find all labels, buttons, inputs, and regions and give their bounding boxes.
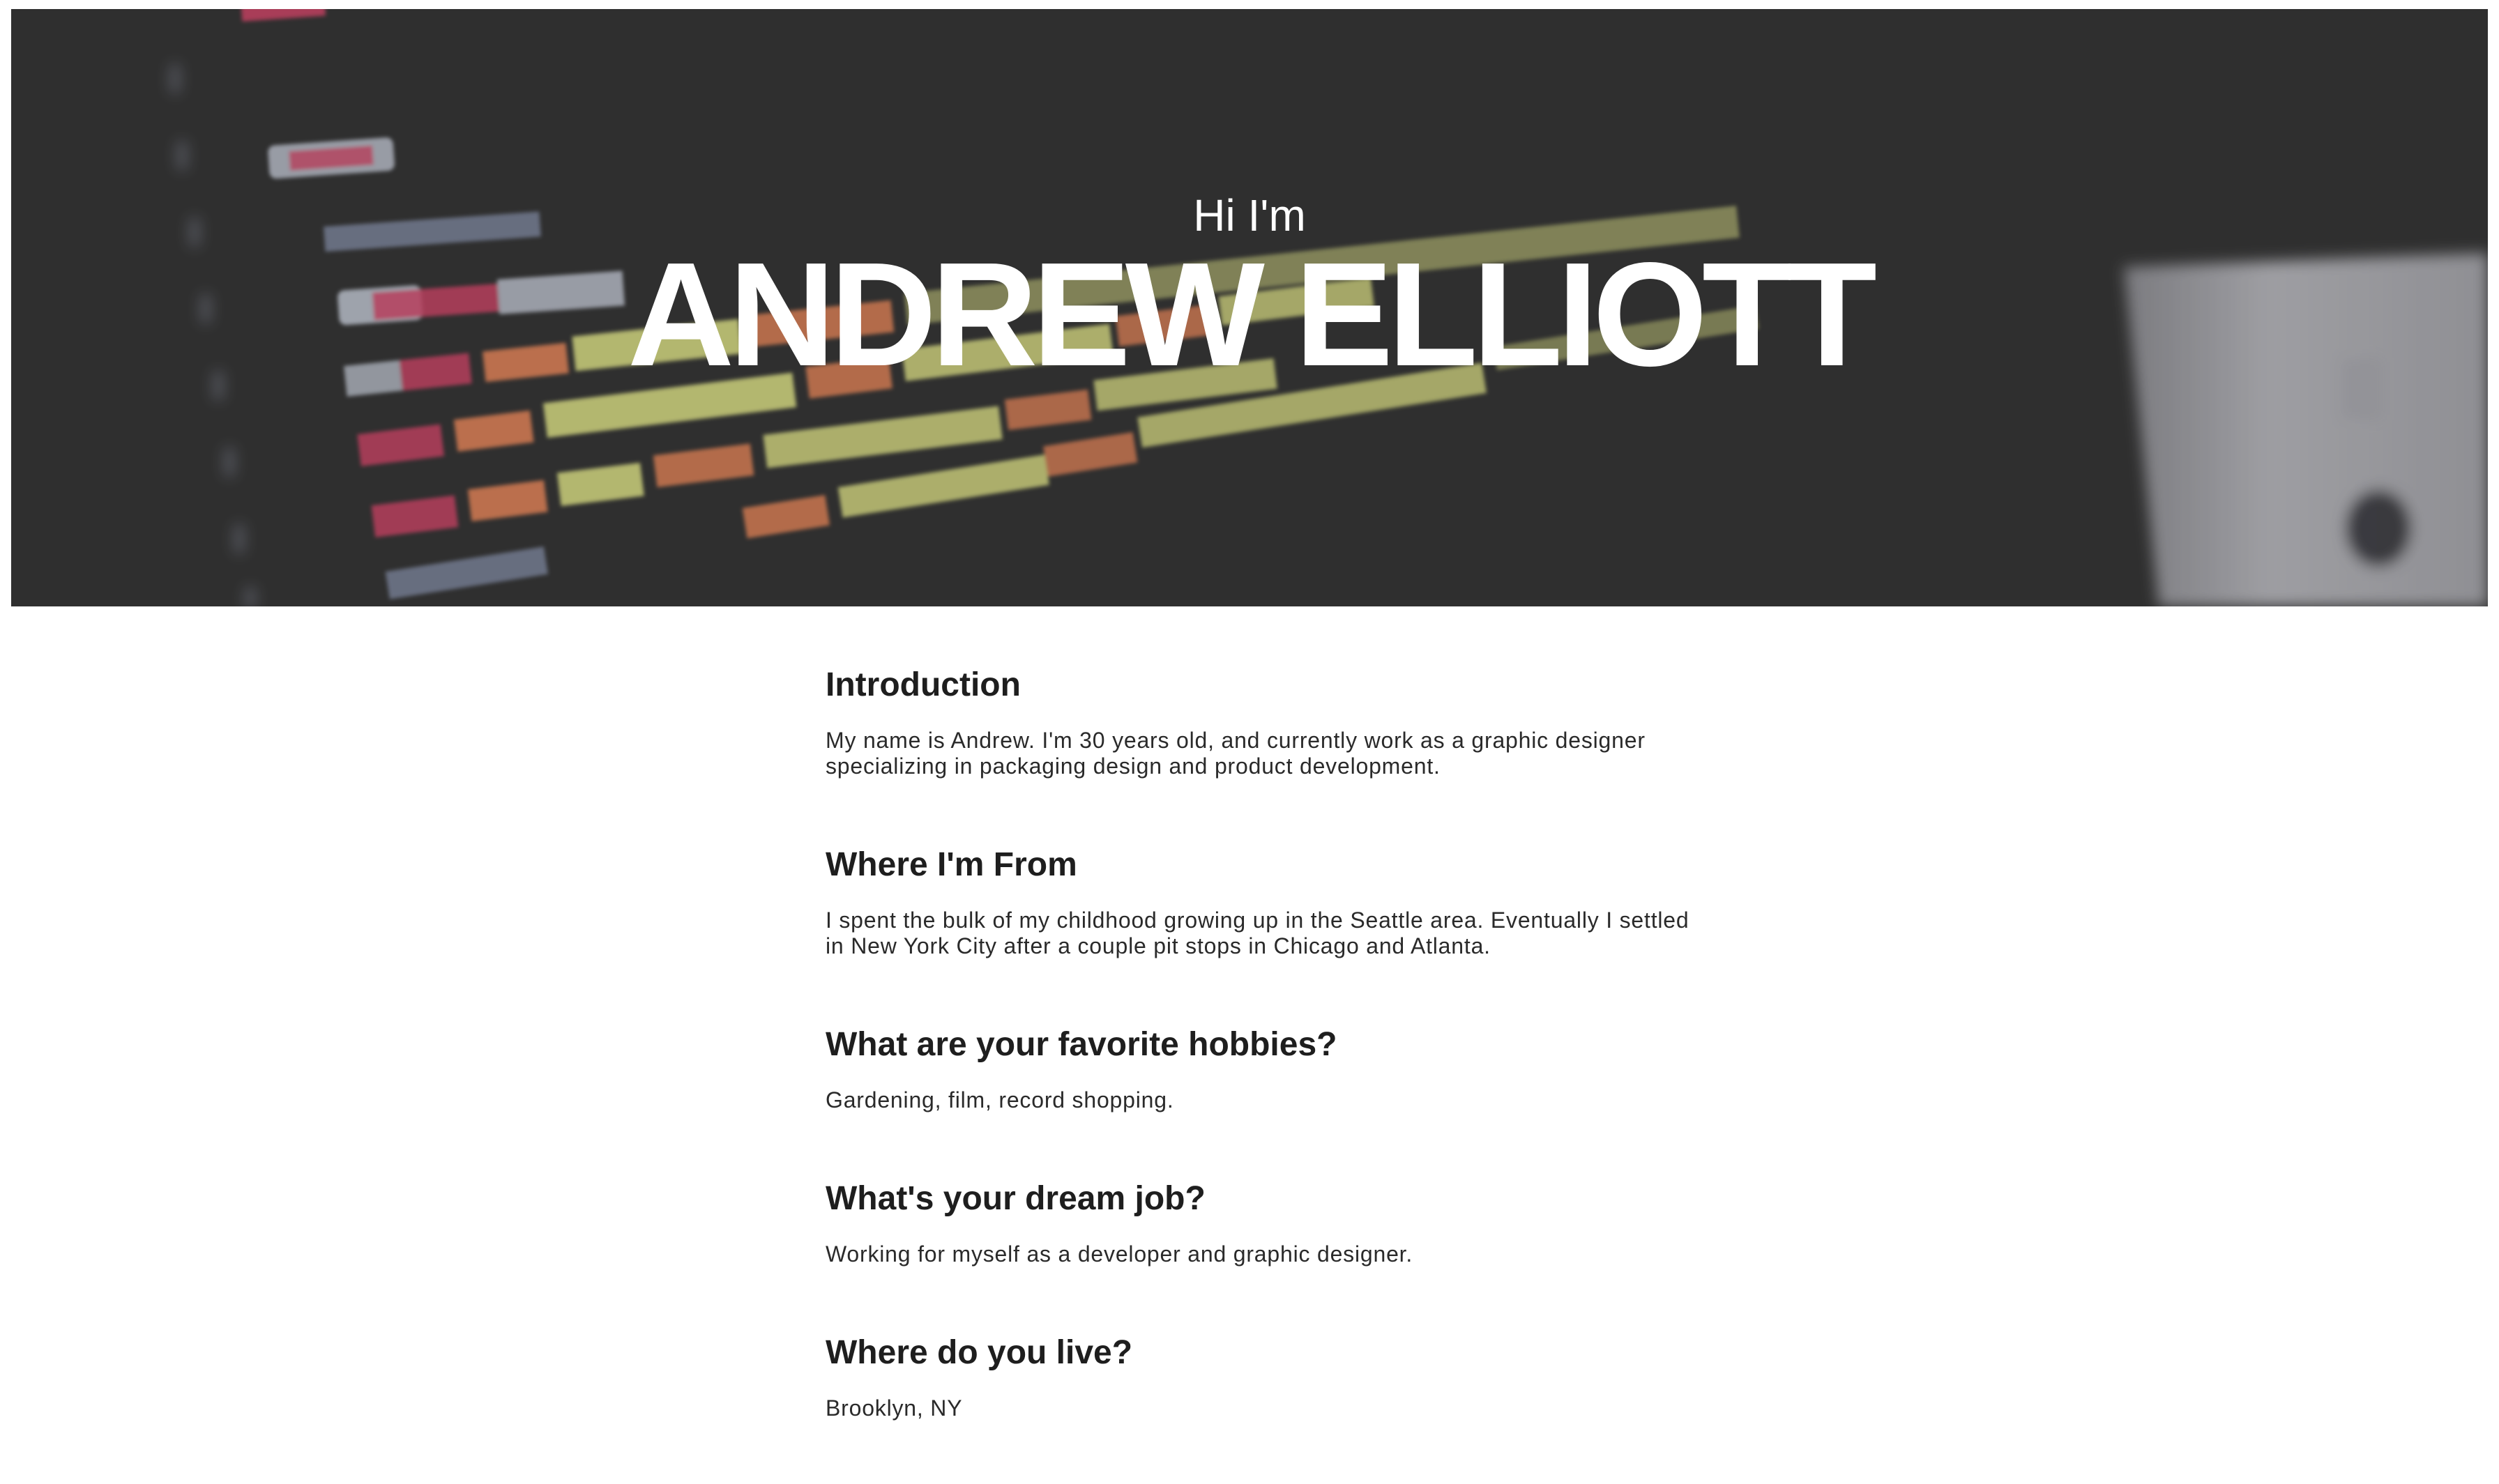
- section-heading: What are your favorite hobbies?: [826, 1026, 1337, 1063]
- section-body: Brooklyn, NY: [826, 1395, 963, 1421]
- section-heading: Introduction: [826, 666, 1021, 703]
- section-where-from: Where I'm From I spent the bulk of my ch…: [826, 842, 1690, 959]
- hero-name: ANDREW ELLIOTT: [628, 231, 1877, 397]
- section-body: My name is Andrew. I'm 30 years old, and…: [826, 728, 1646, 779]
- main-content: Introduction My name is Andrew. I'm 30 y…: [826, 662, 1690, 1484]
- section-hobbies: What are your favorite hobbies? Gardenin…: [826, 1022, 1690, 1113]
- section-heading: Where do you live?: [826, 1334, 1133, 1371]
- section-where-live: Where do you live? Brooklyn, NY: [826, 1330, 1690, 1421]
- section-body: Gardening, film, record shopping.: [826, 1087, 1174, 1112]
- section-heading: What's your dream job?: [826, 1180, 1206, 1217]
- hero-banner: Hi I'm ANDREW ELLIOTT: [11, 9, 2488, 606]
- section-introduction: Introduction My name is Andrew. I'm 30 y…: [826, 662, 1690, 779]
- hero-text-block: Hi I'm ANDREW ELLIOTT: [11, 9, 2488, 606]
- section-body: I spent the bulk of my childhood growing…: [826, 908, 1689, 958]
- section-heading: Where I'm From: [826, 846, 1077, 883]
- section-body: Working for myself as a developer and gr…: [826, 1241, 1413, 1267]
- section-dream-job: What's your dream job? Working for mysel…: [826, 1176, 1690, 1267]
